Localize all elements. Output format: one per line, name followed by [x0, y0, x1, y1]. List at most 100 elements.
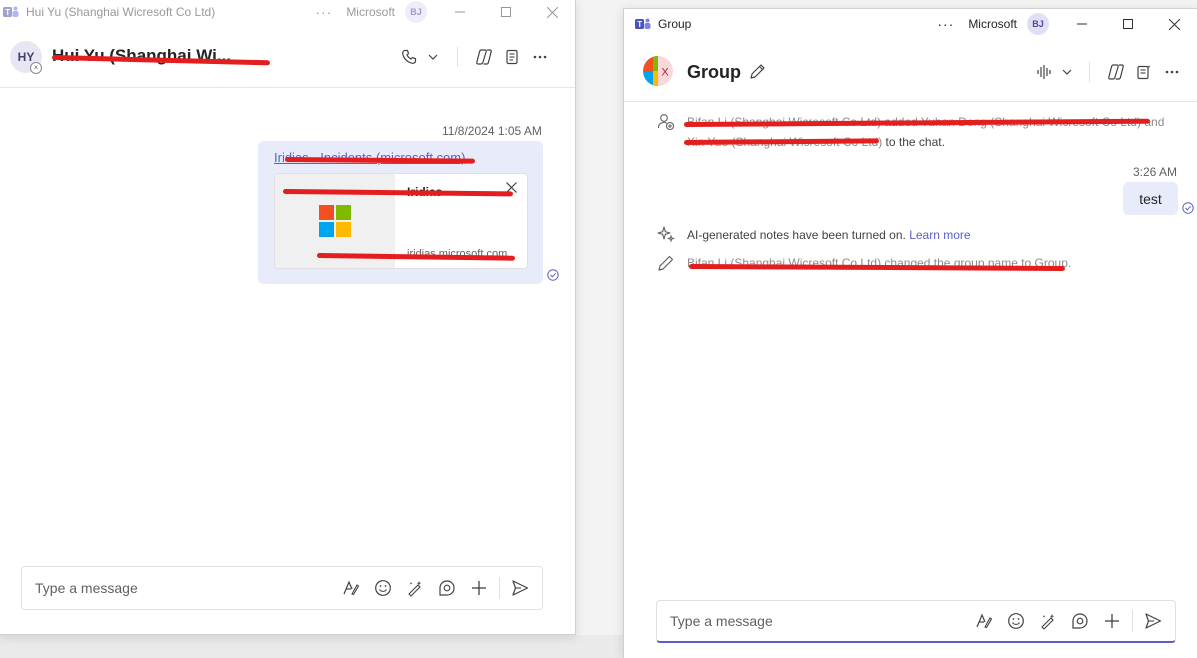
send-button[interactable]	[1137, 605, 1169, 637]
more-icon[interactable]: ···	[937, 16, 954, 32]
add-person-icon	[657, 114, 675, 131]
window-title: Group	[658, 17, 692, 31]
chevron-down-icon	[1062, 69, 1072, 75]
message-input[interactable]: Type a message	[670, 613, 773, 629]
loop-button[interactable]	[431, 572, 463, 604]
notes-button[interactable]	[1130, 58, 1158, 86]
seen-icon	[1182, 202, 1194, 214]
attach-button[interactable]	[1096, 605, 1128, 637]
group-name[interactable]: Group	[687, 62, 741, 83]
presence-offline-icon: ×	[30, 62, 42, 74]
close-icon	[546, 6, 558, 18]
divider	[1089, 62, 1090, 82]
microsoft-logo	[319, 205, 351, 237]
format-icon	[976, 613, 993, 629]
more-icon[interactable]: ···	[315, 4, 332, 20]
notes-icon	[506, 49, 518, 65]
chevron-down-icon	[428, 54, 438, 60]
org-name: Microsoft	[346, 5, 395, 19]
edit-icon	[658, 255, 674, 271]
added-text-rest: to the chat.	[882, 135, 945, 149]
copilot-icon	[476, 49, 492, 65]
audio-call-icon	[1037, 65, 1051, 79]
header-divider	[624, 101, 1197, 102]
sticker-button[interactable]	[399, 572, 431, 604]
send-icon	[1145, 613, 1162, 629]
header-divider	[0, 87, 575, 88]
edit-icon	[750, 64, 765, 79]
title-bar[interactable]: T Hui Yu (Shanghai Wicresoft Co Ltd) ···…	[0, 0, 575, 24]
close-icon	[1168, 18, 1180, 30]
emoji-button[interactable]	[1000, 605, 1032, 637]
sticker-button[interactable]	[1032, 605, 1064, 637]
copilot-button[interactable]	[1102, 58, 1130, 86]
message-input[interactable]: Type a message	[35, 580, 138, 596]
group-avatar[interactable]: X	[643, 56, 673, 86]
plus-icon	[1105, 614, 1119, 628]
minimize-button[interactable]	[437, 0, 483, 24]
copilot-icon	[1108, 64, 1124, 80]
message-composer[interactable]: Type a message	[656, 600, 1176, 643]
emoji-icon	[375, 580, 391, 596]
notes-button[interactable]	[498, 43, 526, 71]
teams-icon: T	[634, 16, 652, 32]
maximize-icon	[501, 7, 511, 17]
send-button[interactable]	[504, 572, 536, 604]
message-composer[interactable]: Type a message	[21, 566, 543, 610]
minimize-button[interactable]	[1059, 12, 1105, 36]
call-options-button[interactable]	[423, 43, 443, 71]
learn-more-link[interactable]: Learn more	[909, 228, 970, 242]
close-button[interactable]	[1151, 12, 1197, 36]
maximize-icon	[1123, 19, 1133, 29]
notes-icon	[1137, 65, 1151, 80]
maximize-button[interactable]	[483, 0, 529, 24]
more-options-button[interactable]	[526, 43, 554, 71]
more-icon	[533, 55, 547, 59]
emoji-button[interactable]	[367, 572, 399, 604]
divider	[1132, 610, 1133, 632]
sticker-icon	[408, 581, 422, 597]
attach-button[interactable]	[463, 572, 495, 604]
message-timestamp: 11/8/2024 1:05 AM	[442, 124, 542, 138]
divider	[457, 47, 458, 67]
loop-button[interactable]	[1064, 605, 1096, 637]
loop-icon	[1072, 613, 1088, 629]
call-options-button[interactable]	[1059, 58, 1075, 86]
close-button[interactable]	[529, 0, 575, 24]
group-avatar-letter: X	[661, 67, 669, 79]
seen-icon	[547, 269, 559, 281]
message-bubble[interactable]: test	[1123, 182, 1178, 215]
send-icon	[512, 580, 529, 596]
audio-call-button[interactable]	[1031, 58, 1059, 86]
title-bar[interactable]: T Group ··· Microsoft BJ	[624, 12, 1197, 36]
loop-icon	[439, 580, 455, 596]
rename-group-button[interactable]	[749, 63, 766, 80]
ai-notes-text: AI-generated notes have been turned on.	[687, 228, 906, 242]
format-button[interactable]	[335, 572, 367, 604]
call-button[interactable]	[395, 43, 423, 71]
format-icon	[343, 580, 360, 596]
maximize-button[interactable]	[1105, 12, 1151, 36]
minimize-icon	[1077, 23, 1087, 25]
system-message-added: Bifan Li (Shanghai Wicresoft Co Ltd) add…	[687, 112, 1187, 152]
org-name: Microsoft	[968, 17, 1017, 31]
more-icon	[1165, 70, 1179, 74]
call-icon	[402, 49, 417, 64]
emoji-icon	[1008, 613, 1024, 629]
chat-window-hui-yu: T Hui Yu (Shanghai Wicresoft Co Ltd) ···…	[0, 0, 576, 635]
minimize-icon	[455, 11, 465, 13]
message-timestamp: 3:26 AM	[1133, 165, 1178, 179]
plus-icon	[472, 581, 486, 595]
svg-text:T: T	[637, 20, 642, 29]
more-options-button[interactable]	[1158, 58, 1186, 86]
chat-window-group: T Group ··· Microsoft BJ X Group and to …	[623, 8, 1197, 658]
format-button[interactable]	[968, 605, 1000, 637]
svg-text:T: T	[5, 8, 10, 17]
teams-icon: T	[2, 4, 20, 20]
sparkle-icon	[657, 226, 675, 243]
user-avatar[interactable]: BJ	[1027, 13, 1049, 35]
copilot-button[interactable]	[470, 43, 498, 71]
sticker-icon	[1041, 614, 1055, 630]
divider	[499, 577, 500, 599]
user-avatar[interactable]: BJ	[405, 1, 427, 23]
